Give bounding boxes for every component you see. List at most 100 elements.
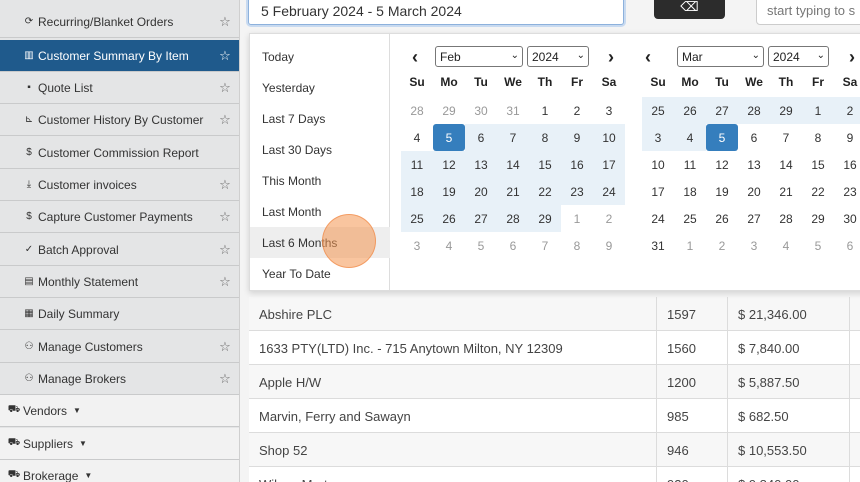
calendar-day[interactable]: 20 <box>738 178 770 205</box>
calendar-day[interactable]: 27 <box>465 205 497 232</box>
clear-button[interactable]: ⌫ <box>654 0 725 19</box>
calendar-day[interactable]: 9 <box>834 124 860 151</box>
calendar-day[interactable]: 4 <box>674 124 706 151</box>
sidebar-item-3[interactable]: ⊾ Customer History By Customer ☆ <box>0 104 239 136</box>
sidebar-item-7[interactable]: ✓ Batch Approval ☆ <box>0 234 239 266</box>
calendar-day[interactable]: 28 <box>401 97 433 124</box>
calendar-day[interactable]: 1 <box>802 97 834 124</box>
sidebar-item-4[interactable]: $ Customer Commission Report <box>0 137 239 169</box>
calendar-day[interactable]: 15 <box>802 151 834 178</box>
calendar-day[interactable]: 12 <box>433 151 465 178</box>
calendar-day[interactable]: 25 <box>401 205 433 232</box>
calendar-day[interactable]: 22 <box>802 178 834 205</box>
calendar-day[interactable]: 5 <box>706 124 738 151</box>
calendar-day[interactable]: 13 <box>465 151 497 178</box>
calendar-day[interactable]: 24 <box>642 205 674 232</box>
calendar-day[interactable]: 28 <box>770 205 802 232</box>
calendar-day[interactable]: 24 <box>593 178 625 205</box>
calendar-day[interactable]: 28 <box>497 205 529 232</box>
table-row[interactable]: 1633 PTY(LTD) Inc. - 715 Anytown Milton,… <box>249 331 860 365</box>
sidebar-item-2[interactable]: ▪ Quote List ☆ <box>0 72 239 104</box>
range-option[interactable]: Last 30 Days <box>250 134 390 165</box>
calendar-day[interactable]: 1 <box>674 232 706 259</box>
calendar-day[interactable]: 10 <box>642 151 674 178</box>
calendar-day[interactable]: 6 <box>465 124 497 151</box>
calendar-day[interactable]: 9 <box>561 124 593 151</box>
calendar-day[interactable]: 26 <box>706 205 738 232</box>
calendar-day[interactable]: 8 <box>529 124 561 151</box>
calendar-day[interactable]: 30 <box>834 205 860 232</box>
table-row[interactable]: Marvin, Ferry and Sawayn 985 $ 682.50 <box>249 399 860 433</box>
calendar-day[interactable]: 16 <box>834 151 860 178</box>
calendar-day[interactable]: 29 <box>433 97 465 124</box>
calendar-day[interactable]: 19 <box>706 178 738 205</box>
sidebar-item-11[interactable]: ⚇ Manage Brokers ☆ <box>0 363 239 395</box>
calendar-day[interactable]: 30 <box>465 97 497 124</box>
table-row[interactable]: Apple H/W 1200 $ 5,887.50 <box>249 365 860 399</box>
chevron-right-icon[interactable]: › <box>603 46 619 68</box>
calendar-day[interactable]: 22 <box>529 178 561 205</box>
calendar-day[interactable]: 21 <box>770 178 802 205</box>
range-option[interactable]: Year To Date <box>250 258 390 289</box>
star-icon[interactable]: ☆ <box>218 242 232 258</box>
sidebar-item-6[interactable]: $ Capture Customer Payments ☆ <box>0 201 239 233</box>
star-icon[interactable]: ☆ <box>218 274 232 290</box>
calendar-day[interactable]: 7 <box>770 124 802 151</box>
sidebar-section-1[interactable]: ⛟ Suppliers ▼ <box>0 428 239 460</box>
sidebar-item-8[interactable]: ▤ Monthly Statement ☆ <box>0 266 239 298</box>
date-range-input[interactable]: 5 February 2024 - 5 March 2024 <box>248 0 624 25</box>
calendar-day[interactable]: 5 <box>802 232 834 259</box>
calendar-day[interactable]: 2 <box>834 97 860 124</box>
star-icon[interactable]: ☆ <box>218 177 232 193</box>
calendar-day[interactable]: 15 <box>529 151 561 178</box>
range-option[interactable]: Yesterday <box>250 72 390 103</box>
calendar-day[interactable]: 1 <box>561 205 593 232</box>
star-icon[interactable]: ☆ <box>218 209 232 225</box>
calendar-day[interactable]: 18 <box>674 178 706 205</box>
calendar-day[interactable]: 25 <box>642 97 674 124</box>
calendar-day[interactable]: 16 <box>561 151 593 178</box>
calendar-day[interactable]: 25 <box>674 205 706 232</box>
calendar-day[interactable]: 4 <box>770 232 802 259</box>
calendar-day[interactable]: 8 <box>561 232 593 259</box>
calendar-day[interactable]: 11 <box>674 151 706 178</box>
calendar-day[interactable]: 17 <box>593 151 625 178</box>
calendar-day[interactable]: 7 <box>497 124 529 151</box>
calendar-day[interactable]: 31 <box>497 97 529 124</box>
calendar-day[interactable]: 23 <box>561 178 593 205</box>
chevron-left-icon[interactable]: ‹ <box>640 46 656 68</box>
calendar-day[interactable]: 28 <box>738 97 770 124</box>
star-icon[interactable]: ☆ <box>218 339 232 355</box>
calendar-day[interactable]: 6 <box>834 232 860 259</box>
calendar-day[interactable]: 14 <box>770 151 802 178</box>
calendar-day[interactable]: 2 <box>561 97 593 124</box>
calendar-day[interactable]: 3 <box>738 232 770 259</box>
calendar-day[interactable]: 2 <box>706 232 738 259</box>
calendar-day[interactable]: 6 <box>738 124 770 151</box>
calendar-day[interactable]: 7 <box>529 232 561 259</box>
star-icon[interactable]: ☆ <box>218 80 232 96</box>
sidebar-item-10[interactable]: ⚇ Manage Customers ☆ <box>0 331 239 363</box>
calendar-day[interactable]: 27 <box>706 97 738 124</box>
calendar-day[interactable]: 9 <box>593 232 625 259</box>
calendar-day[interactable]: 10 <box>593 124 625 151</box>
calendar-day[interactable]: 4 <box>433 232 465 259</box>
calendar-day[interactable]: 3 <box>401 232 433 259</box>
star-icon[interactable]: ☆ <box>218 14 232 30</box>
sidebar-item-5[interactable]: ⤓ Customer invoices ☆ <box>0 169 239 201</box>
calendar-day[interactable]: 3 <box>593 97 625 124</box>
calendar-day[interactable]: 29 <box>770 97 802 124</box>
sidebar-section-2[interactable]: ⛟ Brokerage ▼ <box>0 460 239 482</box>
calendar-day[interactable]: 18 <box>401 178 433 205</box>
calendar-day[interactable]: 17 <box>642 178 674 205</box>
year-select[interactable]: 2024 ⌄ <box>768 46 829 67</box>
calendar-day[interactable]: 11 <box>401 151 433 178</box>
calendar-day[interactable]: 4 <box>401 124 433 151</box>
calendar-day[interactable]: 23 <box>834 178 860 205</box>
calendar-day[interactable]: 26 <box>433 205 465 232</box>
calendar-day[interactable]: 13 <box>738 151 770 178</box>
calendar-day[interactable]: 6 <box>497 232 529 259</box>
calendar-day[interactable]: 2 <box>593 205 625 232</box>
calendar-day[interactable]: 29 <box>802 205 834 232</box>
calendar-day[interactable]: 31 <box>642 232 674 259</box>
